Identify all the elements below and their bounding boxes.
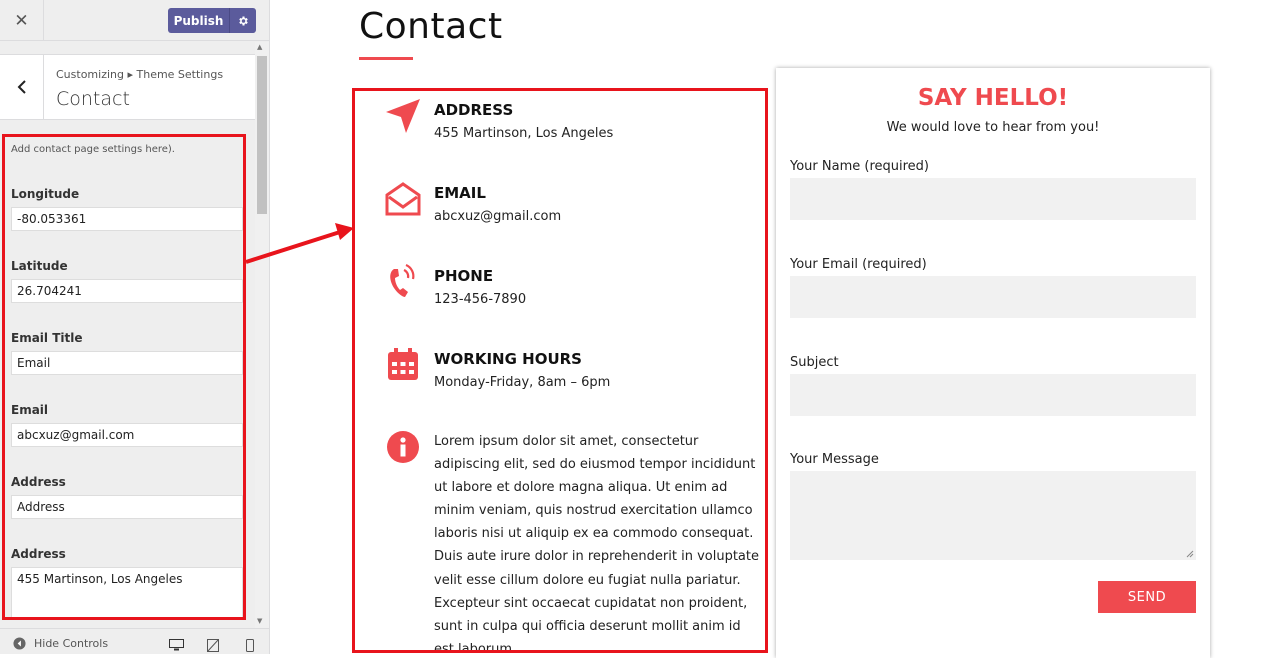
breadcrumb: Customizing ▸ Theme Settings	[56, 68, 224, 81]
latitude-input[interactable]: 26.704241	[11, 279, 243, 303]
scroll-up-icon[interactable]: ▲	[257, 43, 262, 51]
form-title: SAY HELLO!	[917, 85, 1069, 111]
collapse-icon	[13, 637, 26, 650]
calendar-icon	[388, 348, 418, 380]
send-button[interactable]: SEND	[1098, 581, 1196, 613]
publish-button[interactable]: Publish	[168, 8, 229, 33]
longitude-label: Longitude	[11, 187, 80, 201]
close-icon[interactable]: ✕	[0, 0, 44, 41]
email-title-label: Email Title	[11, 331, 83, 345]
latitude-setting: Latitude 26.704241	[11, 259, 243, 303]
longitude-input[interactable]: -80.053361	[11, 207, 243, 231]
message-textarea[interactable]	[790, 471, 1196, 560]
email-field[interactable]	[790, 276, 1196, 318]
address-title-input[interactable]: Address	[11, 495, 243, 519]
email-text: abcxuz@gmail.com	[434, 209, 562, 224]
customizer-sidebar: ✕ Publish Customizing ▸ Theme Settings C…	[0, 0, 270, 654]
gear-icon[interactable]	[229, 8, 256, 33]
section-header: Customizing ▸ Theme Settings Contact	[0, 54, 255, 120]
page-title: Contact	[359, 6, 503, 47]
subject-label: Subject	[790, 355, 839, 370]
phone-text: 123-456-7890	[434, 292, 527, 307]
section-title: Contact	[56, 88, 130, 110]
address-heading: ADDRESS	[434, 101, 514, 119]
hide-controls-button[interactable]: Hide Controls	[13, 637, 108, 650]
address-label: Address	[11, 547, 66, 561]
back-arrow-icon[interactable]	[0, 55, 44, 119]
address-title-setting: Address Address	[11, 475, 243, 519]
scrollbar-thumb[interactable]	[257, 56, 267, 214]
hide-controls-label: Hide Controls	[34, 637, 109, 650]
email-label: Email	[11, 403, 49, 417]
info-icon	[387, 431, 419, 463]
annotation-arrow	[245, 223, 354, 264]
form-subtitle: We would love to hear from you!	[886, 120, 1100, 135]
email-setting: Email abcxuz@gmail.com	[11, 403, 243, 447]
phone-icon	[390, 263, 415, 297]
envelope-open-icon	[385, 182, 421, 216]
customizer-footer: Hide Controls	[0, 628, 269, 654]
email-heading: EMAIL	[434, 184, 486, 202]
name-label: Your Name (required)	[790, 159, 929, 174]
email-title-input[interactable]: Email	[11, 351, 243, 375]
about-text: Lorem ipsum dolor sit amet, consectetur …	[434, 434, 759, 653]
location-arrow-icon	[386, 99, 420, 133]
title-underline	[359, 57, 413, 60]
address-textarea[interactable]: 455 Martinson, Los Angeles	[11, 567, 243, 617]
email-input[interactable]: abcxuz@gmail.com	[11, 423, 243, 447]
resize-handle-icon[interactable]	[1186, 550, 1194, 558]
address-setting: Address 455 Martinson, Los Angeles	[11, 547, 243, 617]
email-title-setting: Email Title Email	[11, 331, 243, 375]
address-text: 455 Martinson, Los Angeles	[434, 126, 614, 141]
address-title-label: Address	[11, 475, 66, 489]
longitude-setting: Longitude -80.053361	[11, 187, 243, 231]
message-label: Your Message	[790, 452, 879, 467]
contact-form-card: SAY HELLO! We would love to hear from yo…	[776, 68, 1210, 658]
contact-info-panel: ADDRESS 455 Martinson, Los Angeles EMAIL…	[352, 88, 768, 653]
latitude-label: Latitude	[11, 259, 68, 273]
working-hours-text: Monday-Friday, 8am – 6pm	[434, 375, 611, 390]
scroll-down-icon[interactable]: ▼	[257, 617, 262, 625]
subject-input[interactable]	[790, 374, 1196, 416]
tablet-preview-icon[interactable]	[207, 639, 219, 652]
desktop-preview-icon[interactable]	[169, 639, 184, 651]
contact-settings-panel: Add contact page settings here). Longitu…	[2, 134, 246, 620]
working-hours-heading: WORKING HOURS	[434, 350, 582, 368]
settings-description: Add contact page settings here).	[11, 144, 175, 155]
name-input[interactable]	[790, 178, 1196, 220]
phone-heading: PHONE	[434, 267, 494, 285]
mobile-preview-icon[interactable]	[246, 639, 254, 652]
email-field-label: Your Email (required)	[790, 257, 927, 272]
customizer-topbar: ✕ Publish	[0, 0, 269, 41]
